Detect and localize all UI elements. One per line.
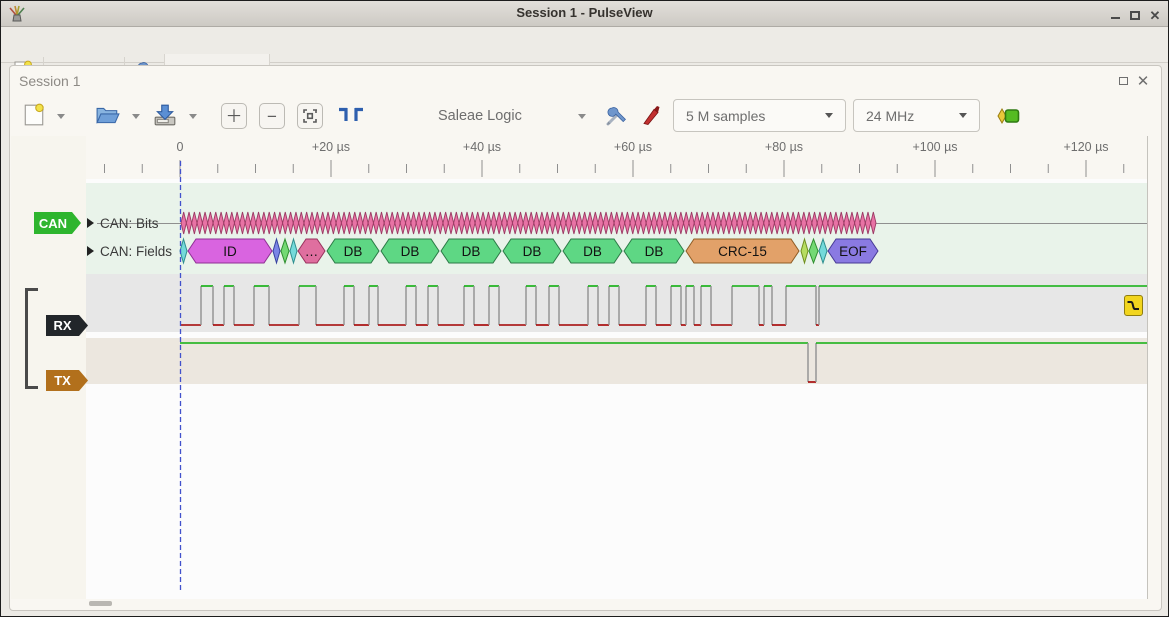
wrench-icon bbox=[604, 104, 628, 128]
ruler-label: +120 µs bbox=[1063, 140, 1108, 154]
view-right-edge bbox=[1147, 136, 1148, 599]
pulseview-window: Session 1 - PulseView ✕ Run Se bbox=[0, 0, 1169, 617]
tx-band bbox=[86, 338, 1147, 384]
panel-float-button[interactable] bbox=[1115, 74, 1131, 88]
trigger-edges-icon bbox=[337, 106, 365, 124]
zoom-fit-icon bbox=[303, 109, 317, 123]
chevron-down-icon bbox=[578, 114, 586, 119]
decode-band bbox=[86, 183, 1147, 274]
new-session-icon bbox=[23, 103, 45, 127]
label-gutter bbox=[11, 136, 86, 599]
ruler-label: +80 µs bbox=[765, 140, 803, 154]
zoom-out-button[interactable]: − bbox=[259, 103, 285, 129]
sample-rate-value: 24 MHz bbox=[866, 108, 914, 124]
chevron-down-icon bbox=[57, 114, 65, 119]
main-toolbar: Run Session 1 × bbox=[1, 27, 1168, 63]
can-bits-row-label: CAN: Bits bbox=[100, 216, 159, 231]
close-button[interactable]: ✕ bbox=[1147, 8, 1163, 22]
sample-count-value: 5 M samples bbox=[686, 108, 765, 124]
minimize-icon bbox=[1111, 17, 1120, 19]
expand-arrow-fields[interactable] bbox=[87, 246, 94, 256]
falling-edge-icon bbox=[1126, 298, 1141, 313]
sample-count-select[interactable]: 5 M samples bbox=[673, 99, 846, 132]
ruler-label: 0 bbox=[177, 140, 184, 154]
ruler-label: +100 µs bbox=[912, 140, 957, 154]
ruler-label: +60 µs bbox=[614, 140, 652, 154]
chevron-down-icon bbox=[132, 114, 140, 119]
decoder-icon bbox=[995, 107, 1023, 125]
chevron-down-icon bbox=[959, 113, 967, 118]
chevron-down-icon bbox=[189, 114, 197, 119]
device-select[interactable]: Saleae Logic bbox=[438, 102, 522, 130]
save-icon bbox=[153, 104, 177, 126]
panel-close-button[interactable]: ✕ bbox=[1135, 74, 1151, 88]
title-bar: Session 1 - PulseView ✕ bbox=[1, 1, 1168, 27]
channel-group-bracket bbox=[25, 288, 38, 389]
device-label: Saleae Logic bbox=[438, 108, 522, 124]
open-menu-caret[interactable] bbox=[132, 102, 140, 130]
rx-band bbox=[86, 274, 1147, 332]
save-button[interactable] bbox=[153, 104, 177, 131]
add-decoder-button[interactable] bbox=[995, 107, 1023, 130]
can-decoder-tag[interactable]: CAN bbox=[34, 212, 81, 234]
can-tag-label: CAN bbox=[39, 216, 67, 231]
expand-arrow-bits[interactable] bbox=[87, 218, 94, 228]
probe-icon bbox=[641, 104, 663, 126]
tx-tag-label: TX bbox=[54, 373, 71, 388]
maximize-icon bbox=[1130, 11, 1140, 20]
chevron-down-icon bbox=[825, 113, 833, 118]
plus-icon: ＋ bbox=[226, 108, 243, 125]
panel-title: Session 1 bbox=[19, 73, 80, 89]
rx-tag-label: RX bbox=[53, 318, 71, 333]
window-title: Session 1 - PulseView bbox=[1, 5, 1168, 20]
trigger-marker-badge[interactable] bbox=[1124, 295, 1143, 316]
close-icon: ✕ bbox=[1150, 9, 1161, 22]
zoom-in-button[interactable]: ＋ bbox=[221, 103, 247, 129]
float-icon bbox=[1119, 77, 1128, 85]
trigger-edges-button[interactable] bbox=[337, 106, 365, 129]
open-button[interactable] bbox=[96, 105, 120, 130]
minimize-button[interactable] bbox=[1107, 8, 1123, 22]
panel-close-icon: ✕ bbox=[1137, 72, 1150, 90]
new-session-button-2[interactable] bbox=[23, 103, 45, 132]
sample-rate-select[interactable]: 24 MHz bbox=[853, 99, 980, 132]
channels-button[interactable] bbox=[641, 104, 663, 131]
save-menu-caret[interactable] bbox=[189, 102, 197, 130]
horizontal-scrollbar[interactable] bbox=[89, 601, 112, 606]
configure-device-button[interactable] bbox=[604, 104, 628, 133]
ruler-label: +40 µs bbox=[463, 140, 501, 154]
maximize-button[interactable] bbox=[1127, 8, 1143, 22]
device-select-caret[interactable] bbox=[578, 102, 586, 130]
minus-icon: − bbox=[267, 108, 277, 125]
open-folder-icon bbox=[96, 105, 120, 125]
ruler-label: +20 µs bbox=[312, 140, 350, 154]
can-fields-row-label: CAN: Fields bbox=[100, 244, 172, 259]
new-session-menu-caret[interactable] bbox=[57, 102, 65, 130]
zoom-fit-button[interactable] bbox=[297, 103, 323, 129]
